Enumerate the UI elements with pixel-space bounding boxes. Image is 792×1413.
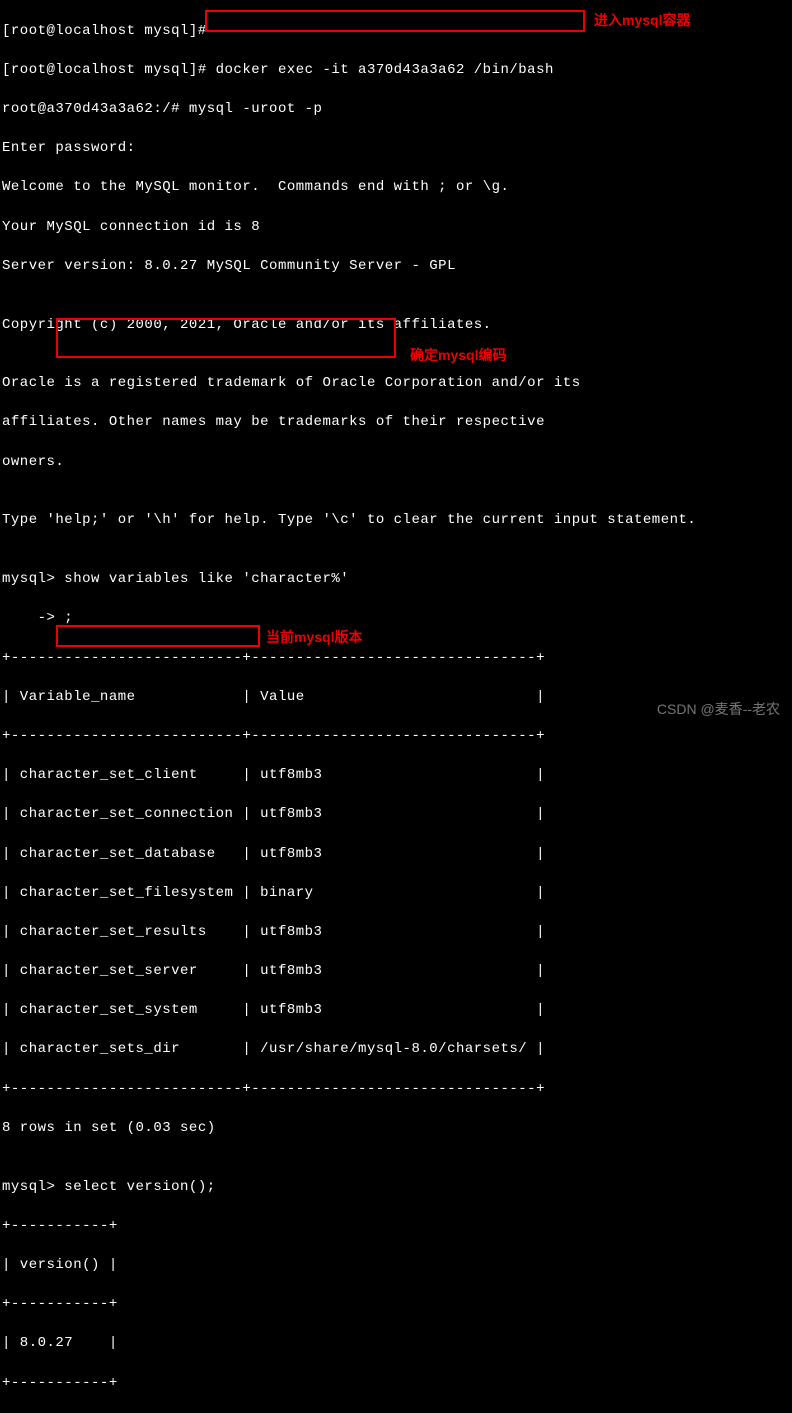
annotation-docker: 进入mysql容器 [594, 11, 690, 31]
terminal-line: Type 'help;' or '\h' for help. Type '\c'… [2, 511, 790, 531]
terminal-line: Oracle is a registered trademark of Orac… [2, 374, 790, 394]
terminal-line: affiliates. Other names may be trademark… [2, 413, 790, 433]
terminal-line: | character_set_connection | utf8mb3 | [2, 805, 790, 825]
terminal-line: mysql> show variables like 'character%' [2, 570, 790, 590]
annotation-version: 当前mysql版本 [266, 628, 362, 648]
terminal-line: Copyright (c) 2000, 2021, Oracle and/or … [2, 316, 790, 336]
terminal-line: | 8.0.27 | [2, 1334, 790, 1354]
terminal-line: Your MySQL connection id is 8 [2, 218, 790, 238]
terminal-line: +--------------------------+------------… [2, 649, 790, 669]
terminal-line: | character_set_client | utf8mb3 | [2, 766, 790, 786]
terminal-line: Server version: 8.0.27 MySQL Community S… [2, 257, 790, 277]
terminal-line: Welcome to the MySQL monitor. Commands e… [2, 178, 790, 198]
terminal-line: +-----------+ [2, 1217, 790, 1237]
terminal-line: 8 rows in set (0.03 sec) [2, 1119, 790, 1139]
annotation-encoding: 确定mysql编码 [410, 346, 506, 366]
terminal-line: -> ; [2, 609, 790, 629]
terminal-line: | character_set_database | utf8mb3 | [2, 845, 790, 865]
terminal-line: | character_sets_dir | /usr/share/mysql-… [2, 1040, 790, 1060]
terminal-line: | character_set_server | utf8mb3 | [2, 962, 790, 982]
terminal-line: +-----------+ [2, 1295, 790, 1315]
terminal-line: | version() | [2, 1256, 790, 1276]
terminal-line: +--------------------------+------------… [2, 727, 790, 747]
terminal-line: Enter password: [2, 139, 790, 159]
terminal-line: [root@localhost mysql]# docker exec -it … [2, 61, 790, 81]
terminal-line: +-----------+ [2, 1374, 790, 1394]
terminal-line: +--------------------------+------------… [2, 1080, 790, 1100]
terminal-line: owners. [2, 453, 790, 473]
watermark: CSDN @麦香--老农 [657, 700, 780, 720]
terminal-line: | character_set_results | utf8mb3 | [2, 923, 790, 943]
terminal-line: | character_set_filesystem | binary | [2, 884, 790, 904]
terminal-line: mysql> select version(); [2, 1178, 790, 1198]
terminal-line: root@a370d43a3a62:/# mysql -uroot -p [2, 100, 790, 120]
terminal-line: | character_set_system | utf8mb3 | [2, 1001, 790, 1021]
